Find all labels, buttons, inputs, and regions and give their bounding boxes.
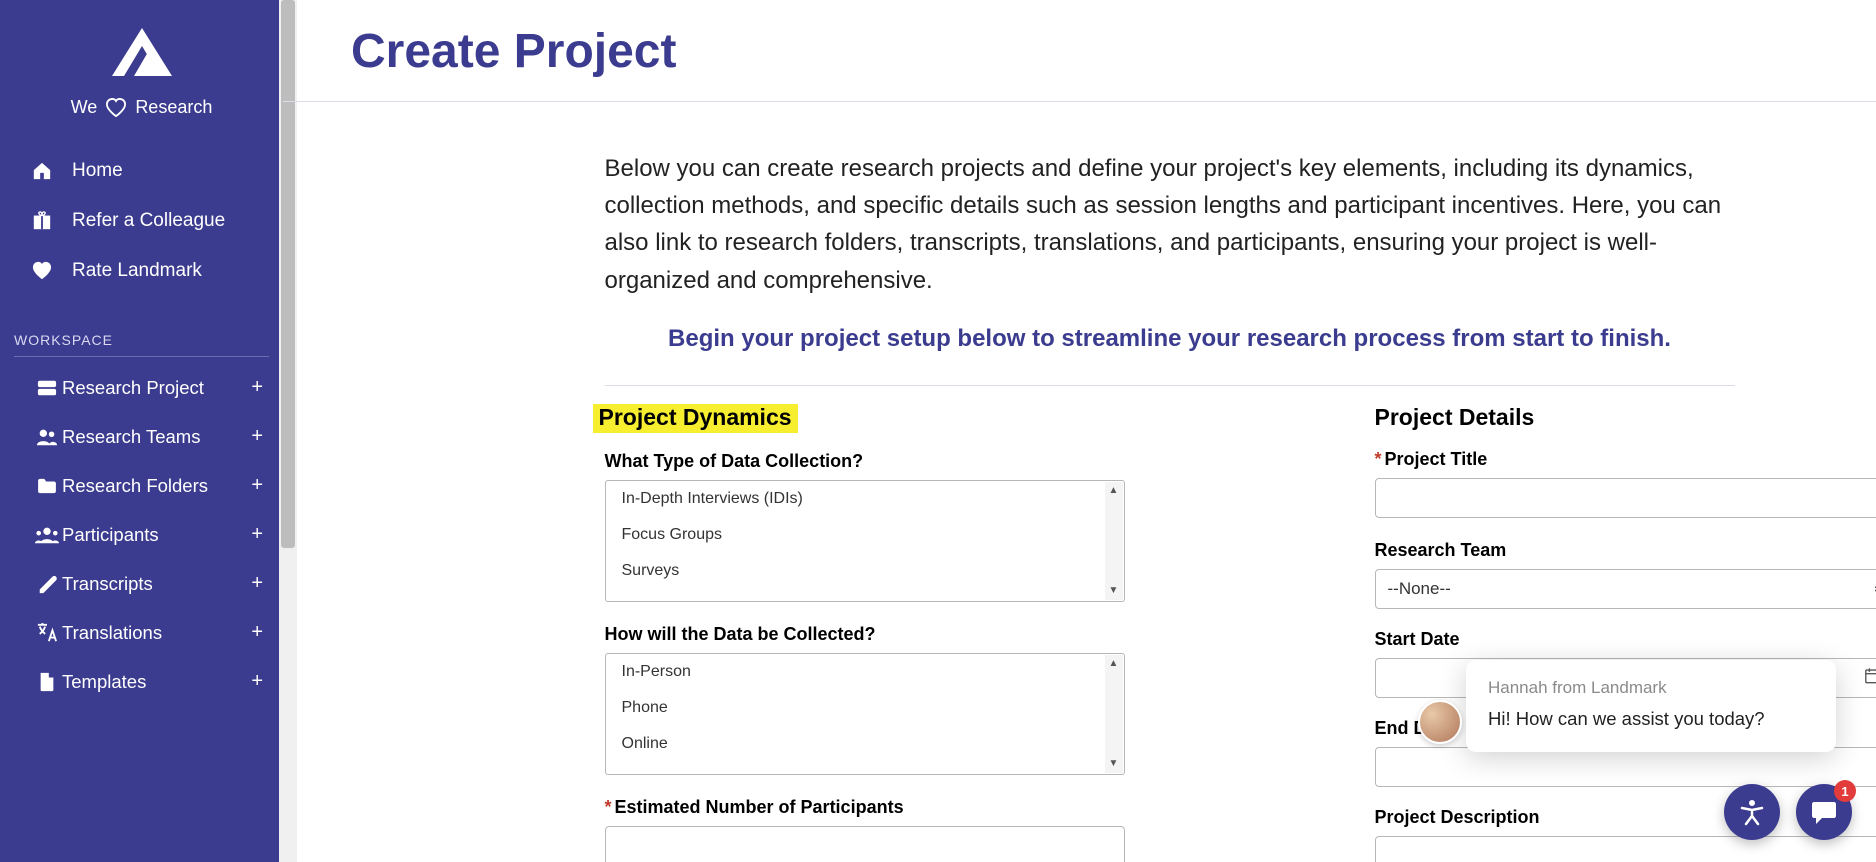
brand-tagline: We Research <box>0 97 283 118</box>
section-title-details: Project Details <box>1375 404 1876 431</box>
nav-refer[interactable]: Refer a Colleague <box>0 196 283 246</box>
project-dynamics-section: Project Dynamics What Type of Data Colle… <box>605 404 1125 862</box>
sidebar-item-research-folders[interactable]: Research Folders + <box>0 461 283 510</box>
sidebar-item-participants[interactable]: Participants + <box>0 510 283 559</box>
sidebar-item-research-project[interactable]: Research Project + <box>0 363 283 412</box>
home-icon <box>28 161 56 181</box>
listbox-option[interactable]: Online <box>606 726 1124 762</box>
heart-icon <box>105 98 127 118</box>
research-team-select[interactable]: --None-- ▲▼ <box>1375 569 1876 609</box>
brand-logo <box>0 22 283 83</box>
project-title-input[interactable] <box>1375 478 1876 518</box>
calendar-icon <box>1864 666 1876 689</box>
label-data-collection: What Type of Data Collection? <box>605 451 1125 472</box>
tagline-left: We <box>71 97 98 118</box>
label-project-title: *Project Title <box>1375 449 1876 470</box>
intro-paragraph: Below you can create research projects a… <box>605 150 1735 299</box>
listbox-option[interactable]: Phone <box>606 690 1124 726</box>
accessibility-button[interactable] <box>1724 784 1780 840</box>
main-content: Create Project Below you can create rese… <box>283 0 1876 862</box>
chat-message: Hi! How can we assist you today? <box>1488 708 1814 730</box>
add-icon[interactable]: + <box>251 523 263 546</box>
chat-popup[interactable]: Hannah from Landmark Hi! How can we assi… <box>1466 660 1836 752</box>
gift-icon <box>28 211 56 231</box>
chat-avatar <box>1418 700 1462 744</box>
how-collected-listbox[interactable]: In-Person Phone Online ▲ ▼ <box>605 653 1125 775</box>
nav-refer-label: Refer a Colleague <box>72 210 225 232</box>
listbox-option[interactable]: Focus Groups <box>606 517 1124 553</box>
folder-icon <box>32 478 62 494</box>
required-marker: * <box>605 797 612 817</box>
data-collection-listbox[interactable]: In-Depth Interviews (IDIs) Focus Groups … <box>605 480 1125 602</box>
research-team-value: --None-- <box>1388 579 1451 599</box>
listbox-option[interactable]: In-Person <box>606 654 1124 690</box>
sidebar-item-label: Participants <box>62 524 251 546</box>
workspace-header: WORKSPACE <box>0 296 283 356</box>
team-icon <box>32 428 62 446</box>
listbox-scrollbar[interactable]: ▲ ▼ <box>1105 482 1123 600</box>
sidebar-item-label: Transcripts <box>62 573 251 595</box>
primary-nav: Home Refer a Colleague Rate Landmark <box>0 146 283 296</box>
intro-cta: Begin your project setup below to stream… <box>605 325 1735 353</box>
sidebar-item-label: Research Project <box>62 377 251 399</box>
workspace-divider <box>14 356 269 357</box>
nav-rate[interactable]: Rate Landmark <box>0 246 283 296</box>
listbox-scrollbar[interactable]: ▲ ▼ <box>1105 655 1123 773</box>
label-how-collected: How will the Data be Collected? <box>605 624 1125 645</box>
heart-solid-icon <box>28 261 56 281</box>
nav-home[interactable]: Home <box>0 146 283 196</box>
scroll-up-icon[interactable]: ▲ <box>1105 655 1123 673</box>
select-arrows-icon: ▲▼ <box>1873 581 1876 597</box>
add-icon[interactable]: + <box>251 376 263 399</box>
add-icon[interactable]: + <box>251 425 263 448</box>
label-est-participants: *Estimated Number of Participants <box>605 797 1125 818</box>
sidebar-item-research-teams[interactable]: Research Teams + <box>0 412 283 461</box>
tagline-right: Research <box>135 97 212 118</box>
chat-launcher-button[interactable]: 1 <box>1796 784 1852 840</box>
section-title-dynamics: Project Dynamics <box>593 404 798 433</box>
sidebar-item-templates[interactable]: Templates + <box>0 657 283 706</box>
chat-from: Hannah from Landmark <box>1488 678 1814 698</box>
sidebar-item-label: Templates <box>62 671 251 693</box>
server-icon <box>32 379 62 397</box>
add-icon[interactable]: + <box>251 572 263 595</box>
listbox-option[interactable]: Surveys <box>606 553 1124 589</box>
page-title: Create Project <box>333 0 1876 101</box>
scroll-up-icon[interactable]: ▲ <box>1105 482 1123 500</box>
label-research-team: Research Team <box>1375 540 1876 561</box>
form-divider <box>605 385 1735 386</box>
add-icon[interactable]: + <box>251 474 263 497</box>
sidebar: We Research Home Refer a Colleague Rate … <box>0 0 283 862</box>
sidebar-item-translations[interactable]: Translations + <box>0 608 283 657</box>
project-description-input[interactable] <box>1375 836 1876 862</box>
nav-rate-label: Rate Landmark <box>72 260 202 282</box>
add-icon[interactable]: + <box>251 621 263 644</box>
people-icon <box>32 526 62 544</box>
listbox-option[interactable]: In-Depth Interviews (IDIs) <box>606 481 1124 517</box>
sidebar-item-label: Research Teams <box>62 426 251 448</box>
sidebar-item-transcripts[interactable]: Transcripts + <box>0 559 283 608</box>
chat-badge: 1 <box>1834 780 1856 802</box>
chat-icon <box>1810 798 1838 826</box>
add-icon[interactable]: + <box>251 670 263 693</box>
est-participants-input[interactable] <box>605 826 1125 862</box>
accessibility-icon <box>1738 798 1766 826</box>
translate-icon <box>32 623 62 643</box>
project-details-section: Project Details *Project Title Research … <box>1375 404 1876 862</box>
sidebar-item-label: Translations <box>62 622 251 644</box>
scroll-down-icon[interactable]: ▼ <box>1105 582 1123 600</box>
end-date-input[interactable] <box>1375 747 1876 787</box>
label-start-date: Start Date <box>1375 629 1876 650</box>
file-icon <box>32 672 62 692</box>
scroll-down-icon[interactable]: ▼ <box>1105 755 1123 773</box>
sidebar-item-label: Research Folders <box>62 475 251 497</box>
edit-icon <box>32 574 62 594</box>
nav-home-label: Home <box>72 160 123 182</box>
landmark-logo-icon <box>110 22 174 78</box>
required-marker: * <box>1375 449 1382 469</box>
